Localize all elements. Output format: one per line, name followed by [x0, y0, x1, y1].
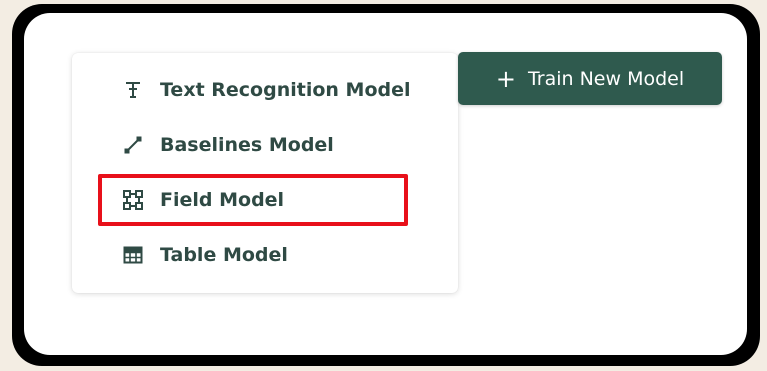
- text-recognition-icon: [122, 79, 144, 101]
- field-icon: [122, 189, 144, 211]
- table-icon: [122, 244, 144, 266]
- menu-item-label: Table Model: [160, 244, 288, 266]
- menu-item-baselines[interactable]: Baselines Model: [72, 122, 458, 168]
- baselines-icon: [122, 134, 144, 156]
- menu-item-label: Text Recognition Model: [160, 79, 411, 101]
- train-new-model-button[interactable]: + Train New Model: [458, 52, 722, 105]
- menu-item-table[interactable]: Table Model: [72, 232, 458, 278]
- menu-item-label: Field Model: [160, 189, 285, 211]
- menu-item-label: Baselines Model: [160, 134, 334, 156]
- model-type-menu: Text Recognition Model Baselines Model F…: [72, 53, 458, 293]
- train-button-label: Train New Model: [527, 67, 685, 90]
- plus-icon: +: [495, 64, 516, 93]
- menu-item-text-recognition[interactable]: Text Recognition Model: [72, 67, 458, 113]
- menu-item-field[interactable]: Field Model: [72, 177, 458, 223]
